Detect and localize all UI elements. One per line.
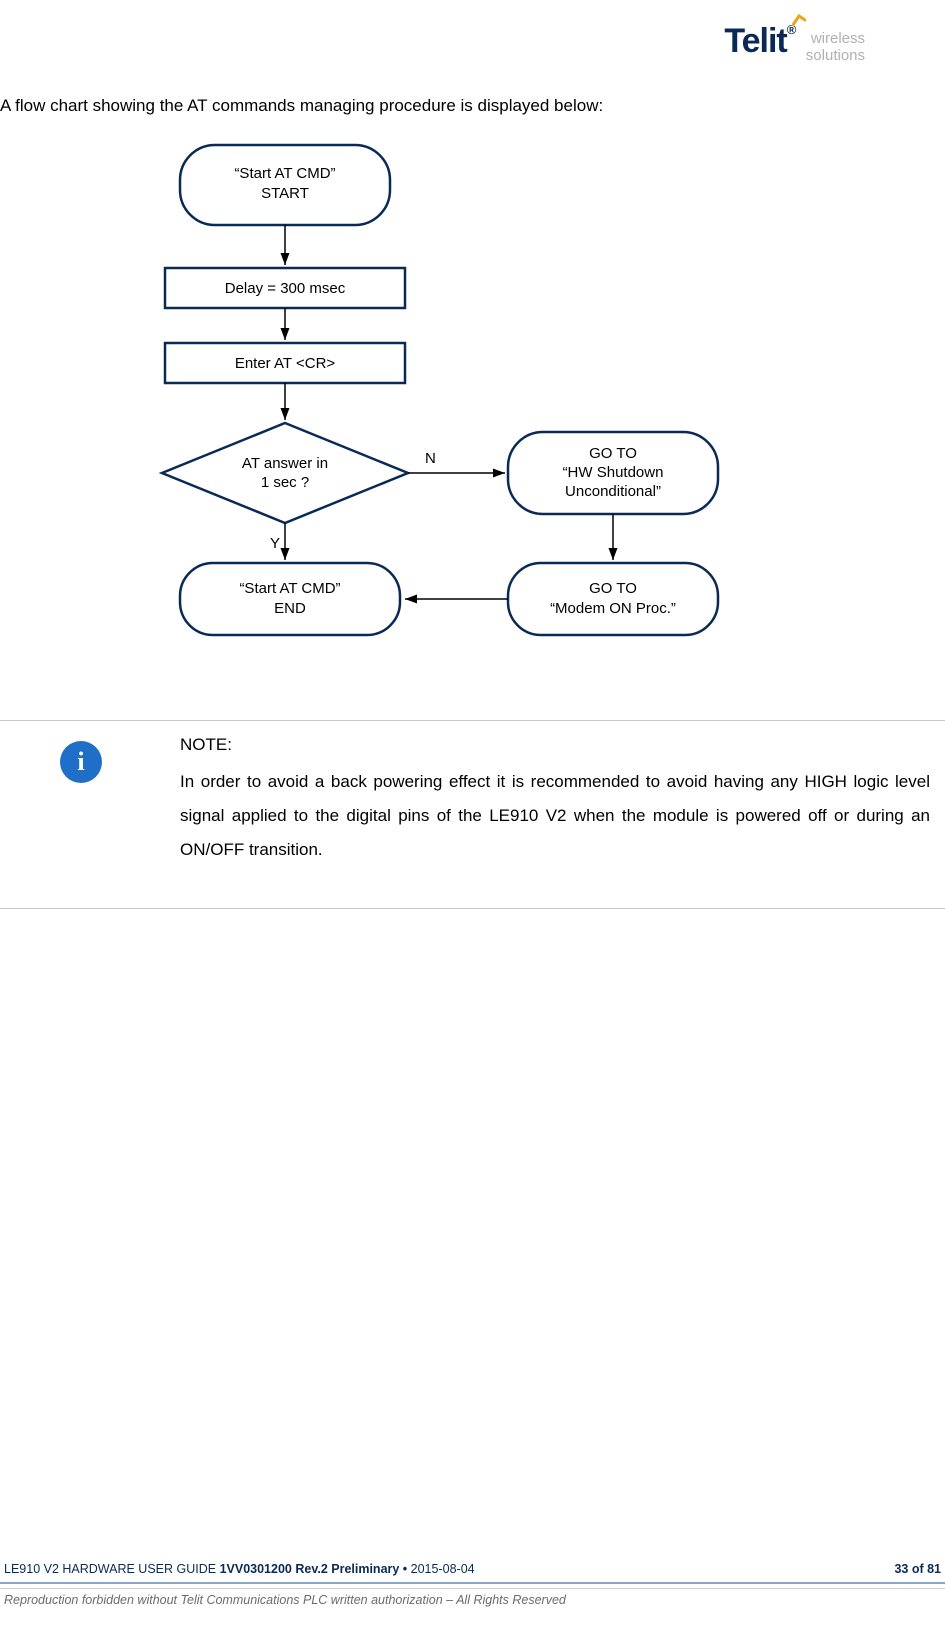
svg-text:Delay = 300 msec: Delay = 300 msec [225,280,346,297]
node-decision: AT answer in 1 sec ? [162,423,408,523]
brand-sub1: wireless [811,30,865,47]
node-end: “Start AT CMD” END [180,563,400,635]
flowchart: “Start AT CMD” START Delay = 300 msec En… [150,140,770,700]
svg-text:Enter AT <CR>: Enter AT <CR> [235,355,336,372]
node-modemon: GO TO “Modem ON Proc.” [508,563,718,635]
footer-copyright: Reproduction forbidden without Telit Com… [0,1593,945,1607]
svg-text:“HW Shutdown: “HW Shutdown [563,464,664,481]
divider [0,1588,945,1589]
brand-subtitle: wireless solutions [806,31,865,64]
svg-text:AT answer in: AT answer in [242,455,328,472]
label-y: Y [270,535,280,552]
note-title: NOTE: [180,735,930,755]
svg-text:“Start AT CMD”: “Start AT CMD” [234,165,335,182]
divider [0,1582,945,1584]
svg-text:END: END [274,600,306,617]
svg-text:START: START [261,185,309,202]
divider [0,720,945,721]
footer-doc-date: 2015-08-04 [411,1562,475,1576]
brand-logo: Telit® wireless solutions [724,22,865,64]
divider [0,908,945,909]
info-icon: i [60,741,102,783]
svg-text:GO TO: GO TO [589,445,637,462]
footer-page-number: 33 of 81 [894,1562,941,1576]
svg-text:“Modem ON Proc.”: “Modem ON Proc.” [550,600,676,617]
node-enter: Enter AT <CR> [165,343,405,383]
note-body: In order to avoid a back powering effect… [180,765,930,867]
node-start: “Start AT CMD” START [180,145,390,225]
footer: LE910 V2 HARDWARE USER GUIDE 1VV0301200 … [0,1562,945,1607]
svg-text:1 sec ?: 1 sec ? [261,474,309,491]
footer-doc-rev: 1VV0301200 Rev.2 Preliminary • [220,1562,411,1576]
accent-icon [792,12,806,26]
footer-left: LE910 V2 HARDWARE USER GUIDE 1VV0301200 … [4,1562,475,1576]
document-page: Telit® wireless solutions A flow chart s… [0,0,945,1641]
brand-name: Telit® [724,22,795,61]
brand-text: Telit [724,22,786,60]
label-n: N [425,450,436,467]
node-delay: Delay = 300 msec [165,268,405,308]
node-hwshut: GO TO “HW Shutdown Unconditional” [508,432,718,514]
footer-doc-title: LE910 V2 HARDWARE USER GUIDE [4,1562,220,1576]
svg-text:Unconditional”: Unconditional” [565,483,661,500]
svg-text:“Start AT CMD”: “Start AT CMD” [239,580,340,597]
brand-sub2: solutions [806,47,865,64]
svg-text:GO TO: GO TO [589,580,637,597]
note-block: i NOTE: In order to avoid a back powerin… [60,735,940,867]
intro-text: A flow chart showing the AT commands man… [0,96,603,116]
